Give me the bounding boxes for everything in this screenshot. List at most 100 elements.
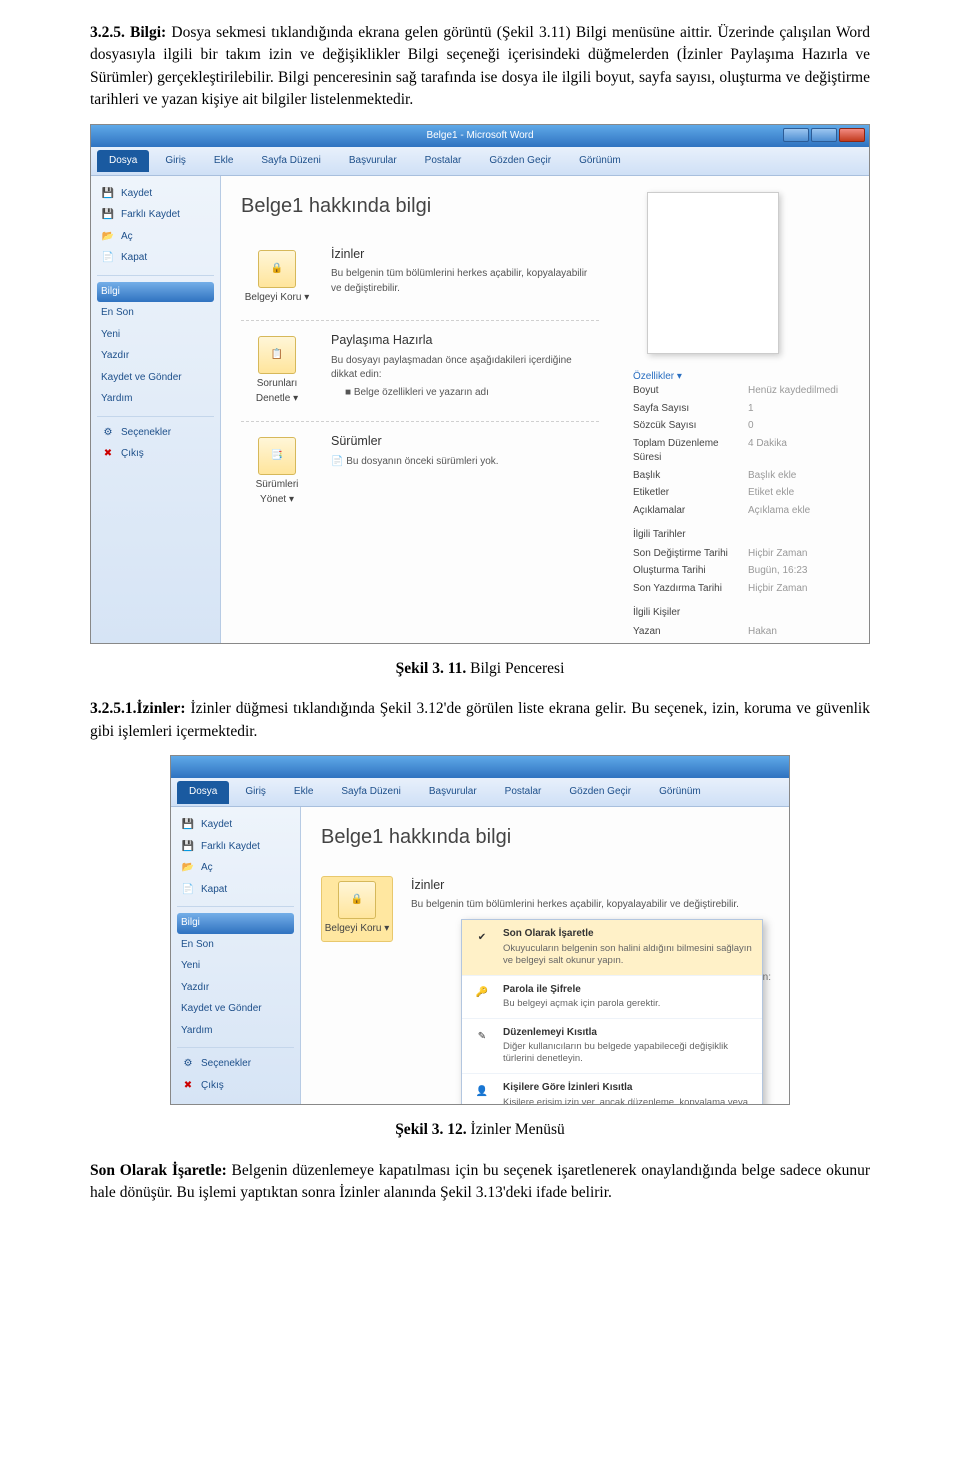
window-controls[interactable] [783,128,865,142]
screenshot-bilgi-penceresi: Belge1 - Microsoft Word Dosya Giriş Ekle… [90,124,870,644]
prop-key: Başlık [633,469,740,484]
divider [177,906,294,907]
section-izinler: 🔒 Belgeyi Koru ▾ İzinler Bu belgenin tüm… [241,235,599,322]
prop-val: Henüz kaydedilmedi [748,384,855,399]
tab-gozden-gecir-2[interactable]: Gözden Geçir [557,781,643,804]
check-issues-button[interactable]: 📋 Sorunları Denetle ▾ [241,331,313,411]
ribbon-tabs-2: Dosya Giriş Ekle Sayfa Düzeni Başvurular… [171,778,789,807]
sidebar-en-son[interactable]: En Son [97,303,214,324]
prop-grid-general: BoyutHenüz kaydedilmediSayfa Sayısı1Sözc… [633,384,855,518]
info-main-area-2: Belge1 hakkında bilgi 🔒 Belgeyi Koru ▾ İ… [301,807,789,1105]
sidebar-bilgi-2[interactable]: Bilgi [177,913,294,934]
protect-document-button-2[interactable]: 🔒 Belgeyi Koru ▾ [321,876,393,942]
protect-menu-item[interactable]: 🔑Parola ile ŞifreleBu belgeyi açmak için… [462,976,762,1019]
menu-item-title: Kişilere Göre İzinleri Kısıtla [503,1081,753,1096]
sidebar-yazdir-2[interactable]: Yazdır [177,978,294,999]
saveas-icon: 💾 [181,840,195,854]
open-icon: 📂 [101,230,115,244]
ver-title: Sürümler [331,432,599,450]
window-titlebar: Belge1 - Microsoft Word [91,125,869,147]
tab-gorunum[interactable]: Görünüm [567,150,633,173]
prop-key: Sözcük Sayısı [633,419,740,434]
manage-versions-button[interactable]: 📑 Sürümleri Yönet ▾ [241,432,313,512]
sidebar-kapat[interactable]: 📄Kapat [97,248,214,269]
menu-item-icon: ✔ [471,927,493,949]
prep-desc: Bu dosyayı paylaşmadan önce aşağıdakiler… [331,354,599,383]
tab-postalar-2[interactable]: Postalar [493,781,554,804]
section-surumler: 📑 Sürümleri Yönet ▾ Sürümler 📄 Bu dosyan… [241,422,599,522]
sidebar-cikis-2[interactable]: ✖Çıkış [177,1076,294,1097]
sidebar-kaydet-gonder-2[interactable]: Kaydet ve Gönder [177,999,294,1020]
sidebar-yardim[interactable]: Yardım [97,389,214,410]
maximize-button[interactable] [811,128,837,142]
close-doc-icon: 📄 [181,883,195,897]
backstage-sidebar-2: 💾Kaydet 💾Farklı Kaydet 📂Aç 📄Kapat Bilgi … [171,807,301,1105]
tab-ekle[interactable]: Ekle [202,150,245,173]
options-icon: ⚙ [101,426,115,440]
prop-key: Açıklamalar [633,504,740,519]
tab-sayfa-duzeni-2[interactable]: Sayfa Düzeni [329,781,412,804]
tab-ekle-2[interactable]: Ekle [282,781,325,804]
prop-val: Etiket ekle [748,486,855,501]
menu-item-desc: Okuyucuların belgenin son halini aldığın… [503,943,753,967]
ribbon-tabs: Dosya Giriş Ekle Sayfa Düzeni Başvurular… [91,147,869,176]
sidebar-yazdir[interactable]: Yazdır [97,346,214,367]
file-tab[interactable]: Dosya [97,150,149,173]
sidebar-en-son-2[interactable]: En Son [177,935,294,956]
options-icon: ⚙ [181,1058,195,1072]
tab-gozden-gecir[interactable]: Gözden Geçir [477,150,563,173]
properties-dropdown[interactable]: Özellikler ▾ [633,370,855,385]
sidebar-farkli-kaydet[interactable]: 💾Farklı Kaydet [97,205,214,226]
sidebar-farkli-kaydet-2[interactable]: 💾Farklı Kaydet [177,837,294,858]
sidebar-secenekler-2[interactable]: ⚙Seçenekler [177,1054,294,1075]
menu-item-icon: ✎ [471,1026,493,1048]
sidebar-ac[interactable]: 📂Aç [97,227,214,248]
sidebar-ac-2[interactable]: 📂Aç [177,858,294,879]
tab-postalar[interactable]: Postalar [413,150,474,173]
open-icon: 📂 [181,862,195,876]
sidebar-kaydet-2[interactable]: 💾Kaydet [177,815,294,836]
protect-document-menu: ✔Son Olarak İşaretleOkuyucuların belgeni… [461,919,763,1105]
sidebar-yeni-2[interactable]: Yeni [177,956,294,977]
protect-document-button[interactable]: 🔒 Belgeyi Koru ▾ [241,245,313,311]
protect-menu-item[interactable]: ✎Düzenlemeyi KısıtlaDiğer kullanıcıların… [462,1019,762,1074]
menu-item-desc: Bu belgeyi açmak için parola gerektir. [503,998,660,1010]
tab-basvurular[interactable]: Başvurular [337,150,409,173]
protect-menu-item[interactable]: ✔Son Olarak İşaretleOkuyucuların belgeni… [462,920,762,975]
close-button[interactable] [839,128,865,142]
info-title-2: Belge1 hakkında bilgi [321,823,769,852]
sidebar-secenekler[interactable]: ⚙Seçenekler [97,423,214,444]
check-icon: 📋 [258,336,296,374]
file-tab-2[interactable]: Dosya [177,781,229,804]
prop-val: Başlık ekle [748,469,855,484]
prop-val: 4 Dakika [748,437,855,466]
sidebar-yardim-2[interactable]: Yardım [177,1021,294,1042]
tab-gorunum-2[interactable]: Görünüm [647,781,713,804]
sidebar-kaydet-gonder[interactable]: Kaydet ve Gönder [97,368,214,389]
saveas-icon: 💾 [101,209,115,223]
ver-desc: Bu dosyanın önceki sürümleri yok. [346,456,498,467]
prop-grid-people: YazanHakanYazar ekleSon DeğiştirenHenüz … [633,625,855,644]
sidebar-yeni[interactable]: Yeni [97,325,214,346]
sidebar-bilgi[interactable]: Bilgi [97,282,214,303]
izinler-desc: Bu belgenin tüm bölümlerini herkes açabi… [331,267,599,296]
minimize-button[interactable] [783,128,809,142]
screenshot-izinler-menusu: Dosya Giriş Ekle Sayfa Düzeni Başvurular… [170,755,790,1105]
prep-title: Paylaşıma Hazırla [331,331,599,349]
p2-body: İzinler düğmesi tıklandığında Şekil 3.12… [90,700,870,739]
prop-key: Son Yazdırma Tarihi [633,582,740,597]
sidebar-cikis[interactable]: ✖Çıkış [97,444,214,465]
prop-key: Etiketler [633,486,740,501]
tab-giris[interactable]: Giriş [153,150,198,173]
prop-key: Sayfa Sayısı [633,402,740,417]
paragraph-bilgi: 3.2.5. Bilgi: Dosya sekmesi tıklandığınd… [90,22,870,112]
tab-sayfa-duzeni[interactable]: Sayfa Düzeni [249,150,332,173]
tab-basvurular-2[interactable]: Başvurular [417,781,489,804]
protect-menu-item[interactable]: 👤Kişilere Göre İzinleri KısıtlaKişilere … [462,1074,762,1105]
sidebar-kaydet[interactable]: 💾Kaydet [97,184,214,205]
caption-2: Şekil 3. 12. İzinler Menüsü [90,1119,870,1141]
sidebar-kapat-2[interactable]: 📄Kapat [177,880,294,901]
tab-giris-2[interactable]: Giriş [233,781,278,804]
save-icon: 💾 [101,187,115,201]
prop-key: Toplam Düzenleme Süresi [633,437,740,466]
